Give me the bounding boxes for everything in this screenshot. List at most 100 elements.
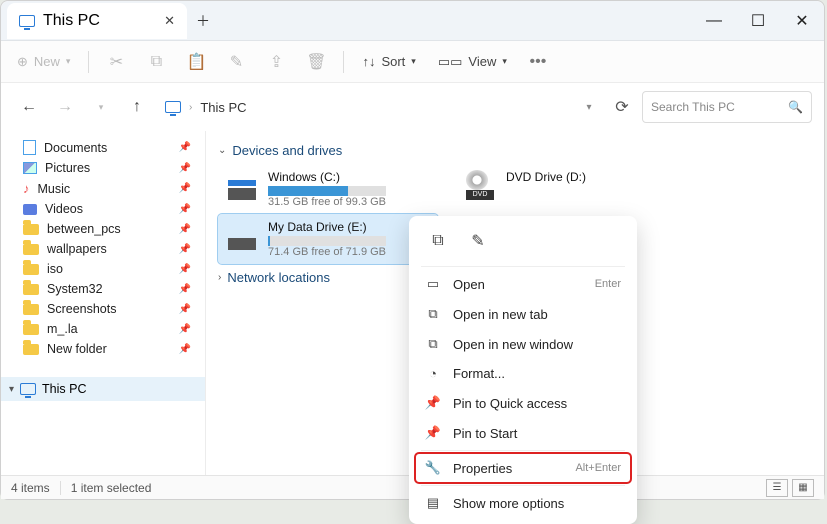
ctx-item-label: Open (453, 277, 485, 292)
drive-e[interactable]: My Data Drive (E:) 71.4 GB free of 71.9 … (218, 214, 438, 264)
pin-icon: 📌 (179, 183, 191, 194)
minimize-button[interactable]: — (692, 1, 736, 41)
wrench-icon: 🔧 (425, 460, 441, 476)
thispc-icon (165, 101, 181, 113)
sidebar-item-documents[interactable]: Documents 📌 (1, 137, 205, 158)
format-icon: ◔ (425, 366, 441, 381)
drive-subtitle: 31.5 GB free of 99.3 GB (268, 196, 386, 208)
dvd-icon: DVD (466, 170, 496, 200)
sidebar-item-screenshots[interactable]: Screenshots📌 (1, 299, 205, 319)
ctx-item-hint: Alt+Enter (575, 462, 621, 474)
cut-button[interactable]: ✂ (99, 45, 133, 79)
breadcrumb-root[interactable]: This PC (200, 100, 246, 115)
sidebar-item-label: System32 (47, 282, 103, 296)
chevron-right-icon: › (189, 102, 192, 113)
more-icon: ▤ (425, 495, 441, 511)
folder-icon (23, 304, 39, 315)
ctx-item-label: Properties (453, 461, 512, 476)
sidebar-item-newfolder[interactable]: New folder📌 (1, 339, 205, 359)
drive-subtitle: 71.4 GB free of 71.9 GB (268, 246, 386, 258)
view-label: View (468, 54, 496, 69)
ctx-item-label: Format... (453, 366, 505, 381)
view-details-button[interactable]: ☰ (766, 479, 788, 497)
sidebar-item-label: wallpapers (47, 242, 107, 256)
sidebar-item-label: Pictures (45, 161, 90, 175)
ctx-item-open[interactable]: ▭OpenEnter (415, 269, 631, 299)
chevron-down-icon: ▾ (9, 384, 14, 395)
pin-icon: 📌 (179, 304, 191, 315)
copy-button[interactable]: ⧉ (139, 45, 173, 79)
sidebar-item-iso[interactable]: iso📌 (1, 259, 205, 279)
refresh-button[interactable]: ⟳ (606, 91, 638, 123)
drive-title: DVD Drive (D:) (506, 170, 586, 184)
ctx-item-pintoquickaccess[interactable]: 📌Pin to Quick access (415, 388, 631, 418)
drive-c[interactable]: Windows (C:) 31.5 GB free of 99.3 GB (218, 164, 438, 214)
document-icon (23, 140, 36, 155)
ctx-item-label: Show more options (453, 496, 564, 511)
separator (343, 51, 344, 73)
forward-button[interactable]: → (49, 91, 81, 123)
sidebar-item-label: Videos (45, 202, 83, 216)
separator (421, 485, 625, 486)
pin-icon: 📌 (179, 204, 191, 215)
separator (421, 450, 625, 451)
sidebar-item-mla[interactable]: m_.la📌 (1, 319, 205, 339)
section-devices[interactable]: ⌄ Devices and drives (218, 143, 812, 158)
plus-icon: ⊕ (17, 54, 28, 70)
open-icon: ▭ (425, 276, 441, 292)
new-button[interactable]: ⊕ New ▾ (9, 45, 78, 79)
sidebar-item-label: New folder (47, 342, 107, 356)
sidebar-item-label: Music (38, 182, 71, 196)
view-icons-button[interactable]: ▦ (792, 479, 814, 497)
ctx-item-openinnewwindow[interactable]: ⧉Open in new window (415, 329, 631, 359)
up-button[interactable]: ↑ (121, 91, 153, 123)
sidebar-item-thispc[interactable]: ▾ This PC (1, 377, 205, 401)
sidebar-item-wallpapers[interactable]: wallpapers📌 (1, 239, 205, 259)
drive-dvd[interactable]: DVD DVD Drive (D:) (456, 164, 676, 214)
delete-button[interactable]: 🗑 (299, 45, 333, 79)
maximize-button[interactable]: ☐ (736, 1, 780, 41)
sort-icon: ↑↓ (362, 54, 375, 69)
sort-button[interactable]: ↑↓ Sort ▾ (354, 45, 423, 79)
more-button[interactable]: ••• (521, 45, 555, 79)
address-bar[interactable]: › This PC (157, 91, 572, 123)
navigation-row: ← → ▾ ↑ › This PC ▾ ⟳ Search This PC 🔍 (1, 83, 824, 131)
sort-label: Sort (381, 54, 405, 69)
new-tab-button[interactable]: ＋ (187, 11, 219, 31)
ctx-item-label: Pin to Quick access (453, 396, 567, 411)
navigation-pane[interactable]: Documents📌Pictures📌♪Music📌Videos📌between… (1, 131, 206, 475)
sidebar-thispc-label: This PC (42, 382, 86, 396)
pin-icon: 📌 (179, 142, 191, 153)
sidebar-item-system32[interactable]: System32📌 (1, 279, 205, 299)
sidebar-item-videos[interactable]: Videos 📌 (1, 199, 205, 219)
view-button[interactable]: ▭▭ View ▾ (430, 45, 515, 79)
share-button[interactable]: ⇪ (259, 45, 293, 79)
recent-dropdown[interactable]: ▾ (85, 91, 117, 123)
ctx-copy-button[interactable]: ⧉ (421, 226, 455, 256)
thispc-icon (20, 383, 36, 395)
rename-button[interactable]: ✎ (219, 45, 253, 79)
chevron-down-icon: ⌄ (218, 145, 226, 156)
tab-thispc[interactable]: This PC ✕ (7, 3, 187, 39)
search-input[interactable]: Search This PC 🔍 (642, 91, 812, 123)
pin-icon: 📌 (179, 224, 191, 235)
sidebar-item-music[interactable]: ♪Music📌 (1, 178, 205, 199)
ctx-item-format[interactable]: ◔ Format... (415, 359, 631, 388)
ctx-item-openinnewtab[interactable]: ⧉Open in new tab (415, 299, 631, 329)
chevron-down-icon: ▾ (502, 56, 507, 67)
search-placeholder: Search This PC (651, 100, 735, 114)
close-tab-icon[interactable]: ✕ (164, 13, 175, 29)
ctx-item-showmoreoptions[interactable]: ▤ Show more options (415, 488, 631, 518)
sidebar-item-betweenpcs[interactable]: between_pcs📌 (1, 219, 205, 239)
separator (421, 266, 625, 267)
folder-icon (23, 324, 39, 335)
ctx-rename-button[interactable]: ✎ (461, 226, 495, 256)
ctx-item-pintostart[interactable]: 📌Pin to Start (415, 418, 631, 448)
paste-button[interactable]: 📋 (179, 45, 213, 79)
ctx-item-properties[interactable]: 🔧 Properties Alt+Enter (415, 453, 631, 483)
close-window-button[interactable]: ✕ (780, 1, 824, 41)
sidebar-item-label: Documents (44, 141, 107, 155)
back-button[interactable]: ← (13, 91, 45, 123)
sidebar-item-pictures[interactable]: Pictures📌 (1, 158, 205, 178)
address-dropdown[interactable]: ▾ (576, 91, 602, 123)
